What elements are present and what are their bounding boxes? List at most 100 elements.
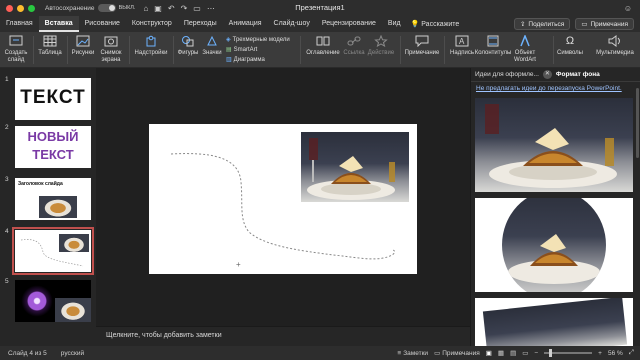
undo-icon[interactable]: ↶ [168,4,175,13]
tell-me[interactable]: 💡 Расскажите [411,20,460,28]
redo-icon[interactable]: ↷ [181,4,188,13]
design-ideas-pane: Идеи для оформле... ✕ Формат фона Не пре… [470,68,640,346]
crosshair-cursor-icon: + [236,260,241,269]
icons-button[interactable]: Значки [201,34,223,57]
zoom-out-icon[interactable]: − [534,350,538,357]
comment-icon: ▭ [434,350,441,357]
disable-ideas-link[interactable]: Не предлагать идеи до перезапуска PowerP… [476,85,635,92]
slide-thumbnail-1[interactable]: ТЕКСТ [15,78,91,120]
pane-tabs: Идеи для оформле... ✕ Формат фона [471,68,640,82]
header-footer-button[interactable]: Колонтитулы [475,34,511,57]
tab-format-background[interactable]: Формат фона [552,68,604,82]
comment-button[interactable]: Примечание [404,34,440,57]
tab-transitions[interactable]: Переходы [178,16,223,32]
zoom-level[interactable]: 56 % [608,350,623,357]
motion-path[interactable] [149,124,417,274]
link-icon [346,34,362,48]
language-indicator[interactable]: русский [61,350,84,357]
food-illustration [508,234,600,284]
smartart-label: SmartArt [233,46,258,53]
tab-slideshow[interactable]: Слайд-шоу [268,16,316,32]
table-button[interactable]: Таблица [38,34,62,57]
tab-design[interactable]: Конструктор [126,16,178,32]
fit-to-window-icon[interactable]: ⤢ [629,349,634,357]
food-illustration [485,104,617,188]
tab-animations[interactable]: Анимация [223,16,268,32]
notes-toggle[interactable]: ≡ Заметки [397,350,428,357]
icons-label: Значки [202,50,222,56]
minimize-window-button[interactable] [17,4,24,12]
slide-title-text: ТЕКСТ [20,87,86,108]
symbols-button[interactable]: Ω Символы [556,34,584,57]
toc-button[interactable]: Оглавление [306,34,340,57]
notes-area[interactable]: Щелкните, чтобы добавить заметки [96,326,470,346]
slide-thumbnail-4[interactable] [12,227,94,275]
design-idea-3[interactable] [475,298,633,346]
ribbon-divider [33,36,34,64]
zoom-window-button[interactable] [28,4,35,12]
addins-icon [143,34,159,48]
shapes-icon [180,34,196,48]
more-icon[interactable]: ⋯ [207,4,215,13]
smartart-button[interactable]: ▤ SmartArt [226,46,258,54]
action-label: Действие [367,50,395,56]
table-label: Таблица [38,50,62,56]
zoom-slider-thumb[interactable] [549,349,553,357]
new-slide-button[interactable]: Создать слайд [4,34,28,63]
screenshot-button[interactable]: Снимок экрана [97,34,125,63]
3d-models-button[interactable]: ◈ Трехмерные модели [226,36,290,44]
zoom-slider[interactable] [544,349,593,357]
comments-button[interactable]: ▭ Примечания [575,18,634,30]
slide-number: 1 [5,76,9,83]
link-button[interactable]: Ссылка [342,34,366,57]
circle-photo [502,198,606,292]
reading-view-icon[interactable]: ▤ [510,349,516,357]
wordart-button[interactable]: Объект WordArt [511,34,539,63]
chart-button[interactable]: ▥ Диаграмма [226,56,265,64]
current-slide[interactable]: + [149,124,417,274]
shapes-button[interactable]: Фигуры [176,34,200,57]
toc-icon [315,34,331,48]
save-icon[interactable]: ▣ [154,4,162,13]
autosave-label: Автосохранение [45,4,95,12]
zoom-in-icon[interactable]: + [598,350,602,357]
slide-thumbnails-panel[interactable]: 1 ТЕКСТ 2 НОВЫЙ ТЕКСТ 3 Заголовок слайда… [0,68,96,346]
addins-button[interactable]: Надстройки [133,34,169,57]
tab-home[interactable]: Главная [0,16,39,32]
slide-thumbnail-3[interactable]: Заголовок слайда [15,178,91,220]
pane-scrollbar[interactable] [636,88,639,158]
tab-view[interactable]: Вид [382,16,407,32]
close-window-button[interactable] [6,4,13,12]
textbox-button[interactable]: A Надпись [448,34,476,57]
slide-number: 5 [5,278,9,285]
slide-thumbnail-2[interactable]: НОВЫЙ ТЕКСТ [15,126,91,168]
design-idea-2[interactable] [475,198,633,292]
slide-sorter-icon[interactable]: ▦ [498,349,504,357]
autosave-toggle[interactable] [97,4,116,12]
tab-design-ideas[interactable]: Идеи для оформле... [471,68,543,82]
account-icon[interactable]: ☺ [624,4,632,13]
tab-draw[interactable]: Рисование [79,16,126,32]
share-label: Поделиться [528,20,565,28]
slideshow-icon[interactable]: ▭ [522,349,528,357]
pictures-button[interactable]: Рисунки [70,34,96,57]
action-button[interactable]: Действие [367,34,395,57]
food-photo [55,298,91,322]
ribbon-divider [444,36,445,64]
home-icon[interactable]: ⌂ [143,4,148,13]
status-bar: Слайд 4 из 5 русский ≡ Заметки ▭ Примеча… [0,346,640,360]
new-slide-icon [8,34,24,48]
autosave-state: ВЫКЛ. [118,5,136,11]
normal-view-icon[interactable]: ▣ [486,349,492,357]
share-button[interactable]: ⇪ Поделиться [513,18,571,30]
tab-insert[interactable]: Вставка [38,16,79,32]
ribbon-divider [300,36,301,64]
slide-editor-canvas[interactable]: + [96,68,470,326]
comments-toggle[interactable]: ▭ Примечания [434,349,480,358]
slide-thumbnail-5[interactable] [15,280,91,322]
design-idea-1[interactable] [475,98,633,192]
tab-review[interactable]: Рецензирование [316,16,382,32]
slideshow-icon[interactable]: ▭ [193,4,201,13]
close-icon[interactable]: ✕ [542,70,552,79]
media-button[interactable]: Мультимедиа [594,34,636,57]
